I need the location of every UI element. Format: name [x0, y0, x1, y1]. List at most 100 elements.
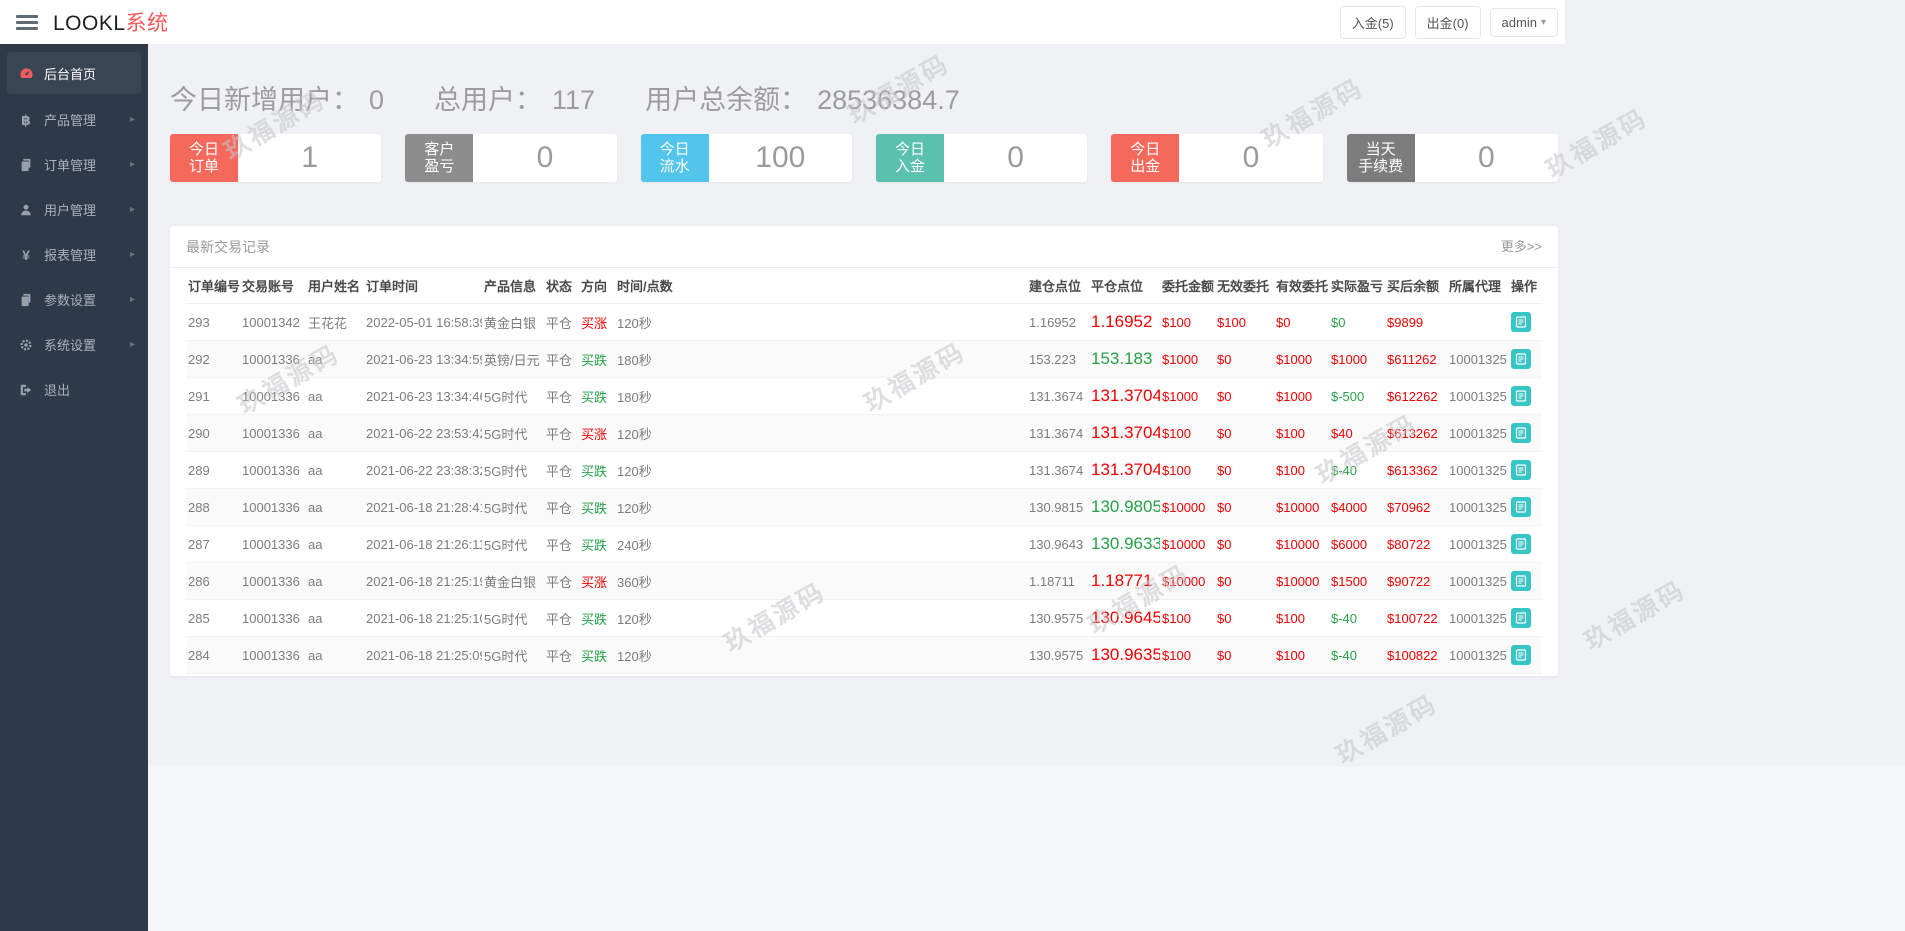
watermark-text: 玖福源码: [1577, 570, 1692, 657]
cell-time: 2022-05-01 16:58:39: [364, 304, 482, 341]
stat-card-tag: 客户盈亏: [405, 134, 473, 182]
orders-icon: [17, 157, 35, 173]
cell-name: aa: [306, 341, 364, 378]
admin-menu-button[interactable]: admin ▾: [1490, 8, 1558, 37]
order-detail-button[interactable]: [1511, 423, 1531, 443]
stat-card-tag-line: 今日: [660, 141, 690, 158]
deposit-button[interactable]: 入金(5): [1340, 6, 1406, 39]
cell-invalid: $0: [1215, 637, 1274, 674]
cell-name: 王花花: [306, 304, 364, 341]
table-row: 28910001336aa2021-06-22 23:38:325G时代平仓买跌…: [186, 452, 1542, 489]
cell-balance: $90722: [1385, 563, 1447, 600]
cell-product: 5G时代: [482, 600, 544, 637]
cell-valid: $10000: [1274, 563, 1329, 600]
column-header-open: 建仓点位: [1027, 268, 1089, 304]
cell-product: 5G时代: [482, 452, 544, 489]
order-detail-button[interactable]: [1511, 608, 1531, 628]
order-detail-button[interactable]: [1511, 534, 1531, 554]
order-detail-button[interactable]: [1511, 571, 1531, 591]
cell-action: [1509, 415, 1542, 452]
column-header-profit: 实际盈亏: [1329, 268, 1385, 304]
cell-direction: 买跌: [579, 489, 615, 526]
order-detail-button[interactable]: [1511, 386, 1531, 406]
sidebar-item-6[interactable]: 系统设置▸: [0, 322, 148, 367]
cell-account: 10001342: [240, 304, 306, 341]
stat-card-value: 1: [238, 134, 381, 182]
cell-profit: $-500: [1329, 378, 1385, 415]
chevron-right-icon: ▸: [130, 249, 135, 260]
stat-card-3: 今日入金0: [876, 134, 1087, 182]
stat-cards: 今日订单1客户盈亏0今日流水100今日入金0今日出金0当天手续费0: [170, 134, 1558, 182]
watermark-text: 玖福源码: [1329, 684, 1444, 771]
cell-action: [1509, 304, 1542, 341]
cell-status: 平仓: [544, 600, 579, 637]
cell-name: aa: [306, 600, 364, 637]
cell-duration: 180秒: [615, 341, 1027, 378]
cell-name: aa: [306, 489, 364, 526]
sidebar-item-5[interactable]: 参数设置▸: [0, 277, 148, 322]
cell-invalid: $0: [1215, 563, 1274, 600]
stat-card-tag: 今日流水: [641, 134, 709, 182]
cell-status: 平仓: [544, 563, 579, 600]
cell-agent: 10001325: [1447, 415, 1509, 452]
chevron-down-icon: ▾: [1541, 17, 1546, 28]
stat-card-tag-line: 客户: [424, 141, 454, 158]
stat-card-tag-line: 手续费: [1358, 158, 1403, 175]
sidebar-item-3[interactable]: 用户管理▸: [0, 187, 148, 232]
cell-balance: $612262: [1385, 378, 1447, 415]
column-header-product: 产品信息: [482, 268, 544, 304]
cell-balance: $80722: [1385, 526, 1447, 563]
cell-name: aa: [306, 415, 364, 452]
cell-time: 2021-06-18 21:25:19: [364, 563, 482, 600]
sidebar-item-0[interactable]: 后台首页: [7, 52, 141, 94]
cell-duration: 180秒: [615, 378, 1027, 415]
stat-card-tag-line: 今日: [895, 141, 925, 158]
cell-agent: 10001325: [1447, 378, 1509, 415]
withdraw-button[interactable]: 出金(0): [1415, 6, 1481, 39]
cell-amount: $1000: [1160, 378, 1215, 415]
cell-account: 10001336: [240, 600, 306, 637]
cell-agent: 10001325: [1447, 452, 1509, 489]
cell-name: aa: [306, 563, 364, 600]
sidebar-item-4[interactable]: ¥报表管理▸: [0, 232, 148, 277]
order-detail-button[interactable]: [1511, 312, 1531, 332]
cell-valid: $1000: [1274, 378, 1329, 415]
table-row: 29010001336aa2021-06-22 23:53:425G时代平仓买涨…: [186, 415, 1542, 452]
column-header-status: 状态: [544, 268, 579, 304]
stat-card-value: 0: [944, 134, 1087, 182]
order-detail-button[interactable]: [1511, 645, 1531, 665]
order-detail-button[interactable]: [1511, 460, 1531, 480]
stat-2: 用户总余额：28536384.7: [645, 78, 960, 117]
cell-duration: 120秒: [615, 637, 1027, 674]
latest-trades-panel: 最新交易记录 更多>> 订单编号交易账号用户姓名订单时间产品信息状态方向时间/点…: [170, 226, 1558, 676]
stat-value: 117: [552, 85, 595, 116]
cell-close: 131.3704: [1089, 378, 1160, 415]
cell-name: aa: [306, 452, 364, 489]
cell-direction: 买涨: [579, 415, 615, 452]
more-link[interactable]: 更多>>: [1501, 236, 1542, 255]
cell-balance: $70962: [1385, 489, 1447, 526]
cell-account: 10001336: [240, 489, 306, 526]
params-icon: [17, 292, 35, 308]
cell-time: 2021-06-23 13:34:59: [364, 341, 482, 378]
chevron-right-icon: ▸: [130, 294, 135, 305]
order-detail-button[interactable]: [1511, 497, 1531, 517]
cell-status: 平仓: [544, 526, 579, 563]
cell-action: [1509, 526, 1542, 563]
stat-card-value: 0: [1415, 134, 1558, 182]
sidebar-item-7[interactable]: 退出: [0, 367, 148, 412]
cell-time: 2021-06-18 21:25:10: [364, 600, 482, 637]
cell-amount: $100: [1160, 304, 1215, 341]
cell-close: 130.9805: [1089, 489, 1160, 526]
order-detail-button[interactable]: [1511, 349, 1531, 369]
sidebar-item-1[interactable]: ฿产品管理▸: [0, 97, 148, 142]
sidebar-item-2[interactable]: 订单管理▸: [0, 142, 148, 187]
app-logo: LOOKL系统: [53, 7, 169, 37]
stat-card-value: 0: [473, 134, 616, 182]
cell-duration: 120秒: [615, 489, 1027, 526]
cell-account: 10001336: [240, 637, 306, 674]
cell-open: 131.3674: [1027, 415, 1089, 452]
menu-toggle-button[interactable]: [16, 12, 38, 33]
stat-card-0: 今日订单1: [170, 134, 381, 182]
cell-direction: 买跌: [579, 452, 615, 489]
